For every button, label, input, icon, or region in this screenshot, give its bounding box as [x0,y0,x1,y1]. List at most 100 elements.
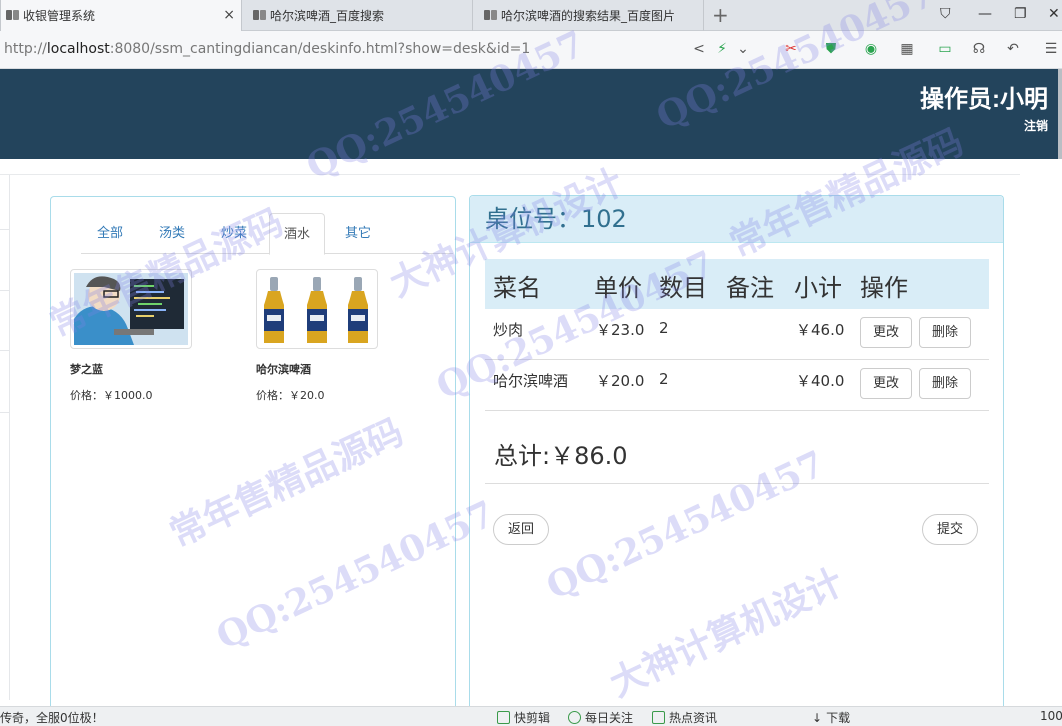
delete-button[interactable]: 删除 [919,317,972,348]
status-item-label: 每日关注 [585,711,634,725]
browser-tab-strip: 收银管理系统 × 哈尔滨啤酒_百度搜索 哈尔滨啤酒的搜索结果_百度图片 + ⛉ … [0,0,1062,31]
tab-favicon-icon [6,10,19,20]
operator-name: 操作员:小明 [920,86,1048,113]
left-sidebar-edge [0,175,10,700]
divider [0,290,10,291]
page-scrollbar[interactable] [1058,69,1062,159]
browser-tab-3[interactable]: 哈尔滨啤酒的搜索结果_百度图片 [479,0,704,31]
row-quantity: 2 [659,370,669,388]
submit-button[interactable]: 提交 [922,514,979,545]
table-row: 炒肉 ￥23.0 2 ￥46.0 更改 删除 [485,309,989,360]
dish-price: 价格：￥20.0 [256,389,325,402]
dish-price: 价格：￥1000.0 [70,389,153,402]
beer-bottles-image [260,273,374,345]
column-header: 单价 [594,274,642,302]
logout-link[interactable]: 注销 [1024,117,1048,134]
column-header: 小计 [794,274,842,302]
status-item-clip[interactable]: 快剪辑 [497,709,550,726]
green-circle-icon[interactable]: ◉ [862,40,880,58]
browser-tab-1[interactable]: 收银管理系统 × [0,0,242,31]
tab-favicon-icon [484,10,497,20]
tab-favicon-icon [253,10,266,20]
row-unit-price: ￥23.0 [596,321,645,339]
dish-name: 梦之蓝 [70,363,103,376]
maximize-button[interactable]: ❐ [1014,6,1027,22]
download-icon: ↓ [812,710,823,725]
url-field[interactable]: http://localhost:8080/ssm_cantingdiancan… [4,41,530,57]
dish-image[interactable] [70,269,192,349]
status-item-label: 下载 [826,711,851,725]
news-icon [652,711,665,724]
tab-drinks[interactable]: 酒水 [269,213,326,255]
row-dish-name: 炒肉 [493,321,524,339]
app-header: 操作员:小明 注销 [0,69,1058,159]
tab-title: 收银管理系统 [23,9,96,23]
close-window-button[interactable]: ✕ [1048,6,1060,22]
status-item-label: 快剪辑 [514,711,551,725]
shield-icon[interactable]: ⛊ [822,40,840,58]
browser-status-bar: 传奇，全服0位极！ 快剪辑 每日关注 热点资讯 ↓ 下载 100 [0,706,1062,726]
delete-button[interactable]: 删除 [919,368,972,399]
tab-title: 哈尔滨啤酒的搜索结果_百度图片 [501,9,676,23]
row-subtotal: ￥40.0 [796,372,845,390]
row-quantity: 2 [659,319,669,337]
new-tab-button[interactable]: + [712,3,729,27]
scissors-icon[interactable]: ✂ [782,40,800,58]
tab-other[interactable]: 其它 [331,213,385,254]
column-header: 备注 [726,274,774,302]
back-button[interactable]: 返回 [493,514,550,545]
dish-card[interactable]: 梦之蓝 价格：￥1000.0 [70,269,240,403]
row-dish-name: 哈尔滨啤酒 [493,372,569,390]
minimize-button[interactable]: — [978,6,992,22]
zoom-level[interactable]: 100 [1040,709,1062,723]
column-header: 操作 [860,274,908,302]
lightning-icon[interactable]: ⚡ [713,40,731,58]
row-unit-price: ￥20.0 [596,372,645,390]
battery-icon[interactable]: ▭ [936,40,954,58]
status-message: 传奇，全服0位极！ [0,711,104,725]
status-item-download[interactable]: ↓ 下载 [812,709,850,726]
divider [0,412,10,413]
tab-soup[interactable]: 汤类 [145,213,199,254]
address-bar: http://localhost:8080/ssm_cantingdiancan… [0,31,1062,69]
dish-image[interactable] [256,269,378,349]
url-scheme: http:// [4,41,47,57]
url-path: :8080/ssm_cantingdiancan/deskinfo.html?s… [109,41,531,57]
tab-title: 哈尔滨啤酒_百度搜索 [270,9,385,23]
edit-button[interactable]: 更改 [860,317,913,348]
tab-stir-fry[interactable]: 炒菜 [207,213,261,254]
clip-icon [497,711,510,724]
order-panel: 桌位号：102 菜名 单价 数目 备注 小计 操作 炒肉 ￥23.0 2 ￥46… [469,195,1004,706]
status-item-follow[interactable]: 每日关注 [568,709,633,726]
divider [0,350,10,351]
tab-all[interactable]: 全部 [83,213,137,254]
order-table-header: 菜名 单价 数目 备注 小计 操作 [485,259,989,309]
cartoon-coder-image [74,273,188,345]
play-icon [568,711,581,724]
divider [0,174,1020,175]
chevron-down-icon[interactable]: ⌄ [734,40,752,58]
divider [485,483,989,484]
headphones-icon[interactable]: ☊ [970,40,988,58]
column-header: 菜名 [493,274,541,302]
skin-icon[interactable]: ⛉ [940,6,951,22]
share-icon[interactable]: < [690,40,708,58]
apps-icon[interactable]: ▦ [898,40,916,58]
edit-button[interactable]: 更改 [860,368,913,399]
desk-number: 桌位号：102 [470,196,1003,243]
column-header: 数目 [659,274,707,302]
dish-card[interactable]: 哈尔滨啤酒 价格：￥20.0 [256,269,426,403]
order-total: 总计:￥86.0 [494,442,628,470]
menu-panel: 全部 汤类 炒菜 酒水 其它 梦之蓝 价格：￥1000.0 哈尔滨啤酒 价格：￥… [50,196,456,706]
undo-icon[interactable]: ↶ [1004,40,1022,58]
category-tabs: 全部 汤类 炒菜 酒水 其它 [81,213,453,255]
browser-tab-2[interactable]: 哈尔滨啤酒_百度搜索 [248,0,473,31]
row-subtotal: ￥46.0 [796,321,845,339]
status-item-label: 热点资讯 [669,711,718,725]
menu-icon[interactable]: ☰ [1042,40,1060,58]
divider [0,229,10,230]
url-host: localhost [46,41,110,57]
dish-name: 哈尔滨啤酒 [256,363,311,376]
status-item-news[interactable]: 热点资讯 [652,709,717,726]
tab-close-icon[interactable]: × [223,7,235,23]
